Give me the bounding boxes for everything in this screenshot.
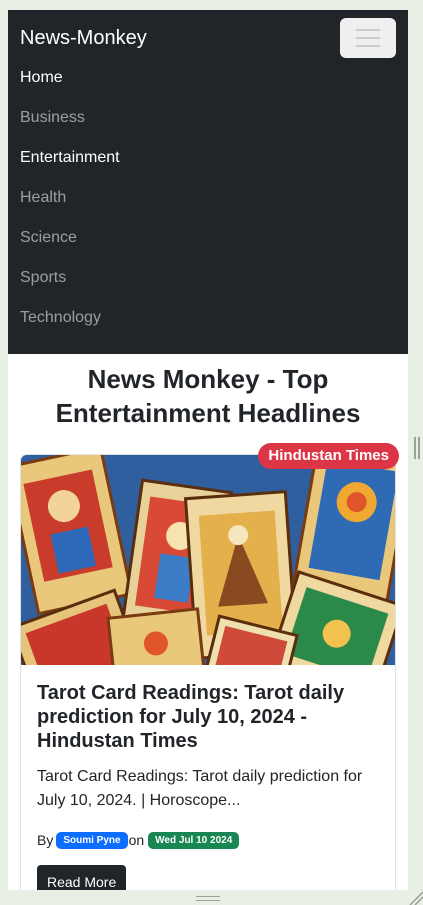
page-title-line2: Entertainment Headlines — [55, 398, 361, 428]
resize-corner-icon[interactable] — [408, 862, 423, 905]
navbar-toggler-button[interactable] — [340, 18, 396, 58]
card-description: Tarot Card Readings: Tarot daily predict… — [37, 768, 363, 809]
nav-links: Home Business Entertainment Health Scien… — [20, 58, 396, 338]
hamburger-icon — [356, 45, 380, 47]
page-title: News Monkey - Top Entertainment Headline… — [8, 362, 408, 430]
navbar: News-Monkey Home Business Entertainment … — [8, 10, 408, 354]
nav-item-health[interactable]: Health — [20, 178, 396, 218]
page-title-line1: News Monkey - Top — [87, 364, 329, 394]
hamburger-icon — [356, 29, 380, 31]
nav-item-science[interactable]: Science — [20, 218, 396, 258]
read-more-button[interactable]: Read More — [37, 865, 127, 890]
resize-handle-icon[interactable] — [414, 437, 420, 459]
tarot-cards-image — [21, 455, 395, 665]
card-meta: By Soumi Pyne on Wed Jul 10 2024 — [37, 831, 387, 849]
by-label: By — [37, 832, 54, 848]
tarot-cards-illustration — [21, 455, 395, 665]
browser-viewport: News-Monkey Home Business Entertainment … — [8, 10, 408, 890]
date-badge: Wed Jul 10 2024 — [148, 831, 240, 849]
card-title: Tarot Card Readings: Tarot daily predict… — [37, 682, 345, 752]
nav-item-sports[interactable]: Sports — [20, 258, 396, 298]
drag-grip-icon[interactable] — [196, 896, 220, 901]
author-badge: Soumi Pyne — [56, 831, 128, 849]
nav-item-home[interactable]: Home — [20, 58, 396, 98]
nav-item-business[interactable]: Business — [20, 98, 396, 138]
hamburger-icon — [356, 37, 380, 39]
source-badge: Hindustan Times — [258, 443, 399, 469]
on-label: on — [128, 832, 145, 848]
brand-link[interactable]: News-Monkey — [20, 26, 147, 50]
nav-item-technology[interactable]: Technology — [20, 298, 396, 338]
news-card: Hindustan Times Tarot Card Readings: Tar… — [20, 443, 399, 890]
nav-item-entertainment[interactable]: Entertainment — [20, 138, 396, 178]
